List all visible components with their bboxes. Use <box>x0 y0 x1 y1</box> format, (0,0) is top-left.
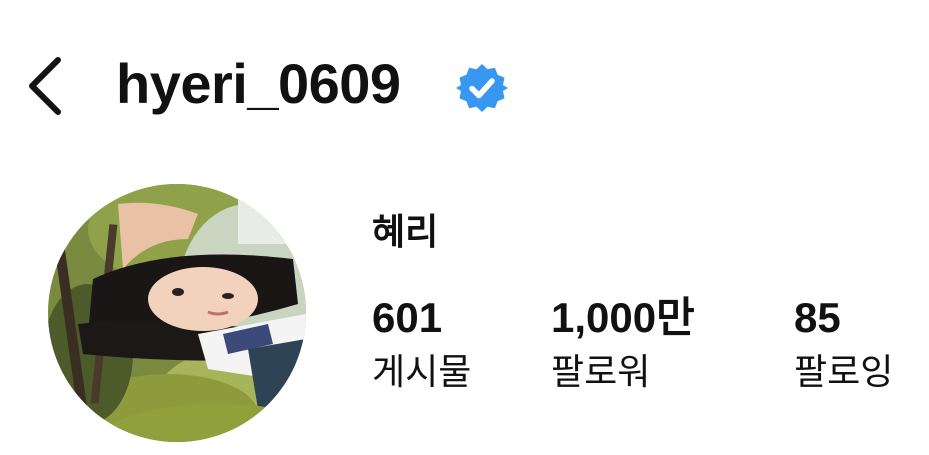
back-button[interactable] <box>22 54 72 118</box>
verified-badge-icon <box>456 62 508 114</box>
following-label: 팔로잉 <box>794 351 894 392</box>
following-count: 85 <box>794 294 841 341</box>
username: hyeri_0609 <box>116 52 401 115</box>
profile-header: hyeri_0609 <box>0 40 929 140</box>
profile-photo <box>48 184 306 442</box>
followers-label: 팔로워 <box>551 351 651 392</box>
posts-stat[interactable]: 601 게시물 <box>372 292 471 396</box>
followers-count: 1,000만 <box>551 294 695 341</box>
posts-label: 게시물 <box>372 351 472 392</box>
following-stat[interactable]: 85 팔로잉 <box>794 292 893 396</box>
display-name: 혜리 <box>372 211 439 252</box>
followers-stat[interactable]: 1,000만 팔로워 <box>551 292 695 396</box>
avatar[interactable] <box>48 184 306 442</box>
posts-count: 601 <box>372 294 443 341</box>
chevron-left-icon <box>29 57 61 115</box>
